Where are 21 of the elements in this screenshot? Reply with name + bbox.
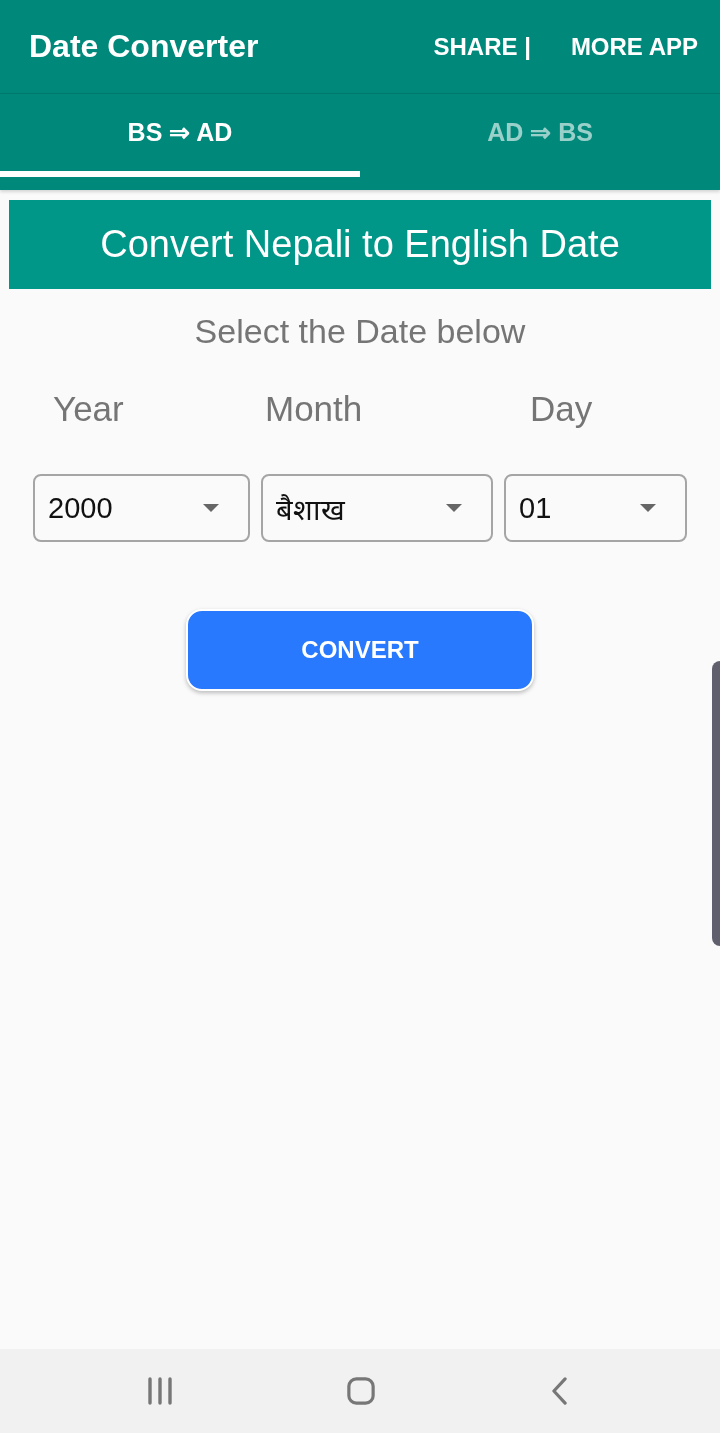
app-title: Date Converter <box>29 28 259 65</box>
edge-panel-handle[interactable] <box>712 661 720 946</box>
back-icon[interactable] <box>551 1377 568 1405</box>
picker-label: Month <box>265 389 363 429</box>
dropdown-field[interactable]: 2000 <box>33 474 250 542</box>
heading-banner: Convert Nepali to English Date <box>9 200 711 289</box>
home-icon[interactable] <box>347 1377 375 1405</box>
dropdown-caret-icon <box>446 504 462 512</box>
app-bar-action[interactable]: SHARE | <box>433 32 531 61</box>
tab[interactable]: AD ⇒ BS <box>360 94 720 177</box>
dropdown-field[interactable]: 01 <box>504 474 687 542</box>
tab[interactable]: BS ⇒ AD <box>0 94 360 177</box>
dropdown-field[interactable]: बैशाख <box>261 474 493 542</box>
convert-button[interactable]: CONVERT <box>186 609 534 691</box>
dropdown-caret-icon <box>640 504 656 512</box>
recent-apps-icon[interactable] <box>146 1377 174 1405</box>
dropdown-caret-icon <box>203 504 219 512</box>
picker-label: Day <box>530 389 593 429</box>
picker-label: Year <box>53 389 124 429</box>
instruction-text: Select the Date below <box>193 311 527 351</box>
app-bar-action[interactable]: MORE APP <box>570 32 698 61</box>
